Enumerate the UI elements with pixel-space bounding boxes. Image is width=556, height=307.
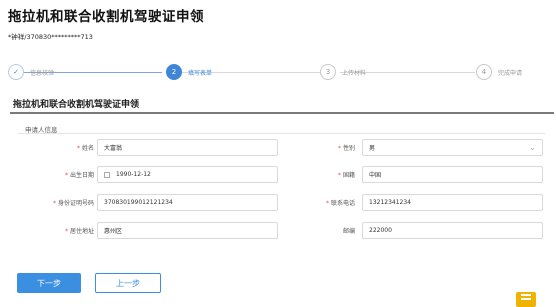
postcode-label: 邮编 (342, 228, 355, 235)
chevron-down-icon: ⌄ (529, 143, 536, 152)
step-label: 信息核验 (30, 69, 55, 77)
check-icon: ✓ (8, 64, 24, 80)
step-number: 4 (476, 64, 492, 80)
step-upload: 3 上传材料 (320, 64, 366, 80)
previous-step-button[interactable]: 上一步 (95, 273, 161, 293)
nationality-label: * 国籍 (337, 172, 355, 179)
name-field[interactable]: 大富翁 (97, 139, 278, 156)
nationality-field[interactable]: 中国 (362, 166, 543, 183)
address-label: * 居住地址 (64, 228, 94, 235)
step-label: 上传材料 (342, 69, 367, 77)
subsection-divider (18, 133, 545, 134)
calendar-icon (104, 171, 110, 178)
section-divider (10, 112, 554, 114)
gender-select[interactable]: 男 ⌄ (362, 139, 543, 156)
next-step-button[interactable]: 下一步 (17, 273, 81, 293)
gender-label: * 性别 (337, 145, 355, 152)
step-label: 完成申请 (498, 69, 523, 77)
section-title: 拖拉机和联合收割机驾驶证申领 (13, 100, 140, 110)
step-number: 3 (320, 64, 336, 80)
step-fill-form: 2 填写表单 (166, 64, 212, 80)
id-number-field[interactable]: 370830199012121234 (97, 194, 278, 211)
progress-steps: ✓ 信息核验 2 填写表单 3 上传材料 4 完成申请 (0, 62, 556, 82)
user-identity: *钟祥/370830*********713 (8, 33, 93, 41)
step-number: 2 (166, 64, 182, 80)
step-verify: ✓ 信息核验 (8, 64, 54, 80)
birth-date-field[interactable]: 1990-12-12 (97, 166, 278, 183)
page-title: 拖拉机和联合收割机驾驶证申领 (8, 9, 204, 25)
address-field[interactable]: 惠州区 (97, 222, 278, 239)
step-complete: 4 完成申请 (476, 64, 522, 80)
phone-field[interactable]: 13212341234 (362, 194, 543, 211)
step-label: 填写表单 (188, 69, 213, 77)
id-number-label: * 身份证明号码 (52, 200, 94, 207)
phone-label: * 联系电话 (325, 200, 355, 207)
postcode-field[interactable]: 222000 (362, 222, 543, 239)
menu-icon[interactable] (516, 292, 536, 307)
name-label: * 姓名 (76, 145, 94, 152)
birth-date-label: * 出生日期 (64, 172, 94, 179)
